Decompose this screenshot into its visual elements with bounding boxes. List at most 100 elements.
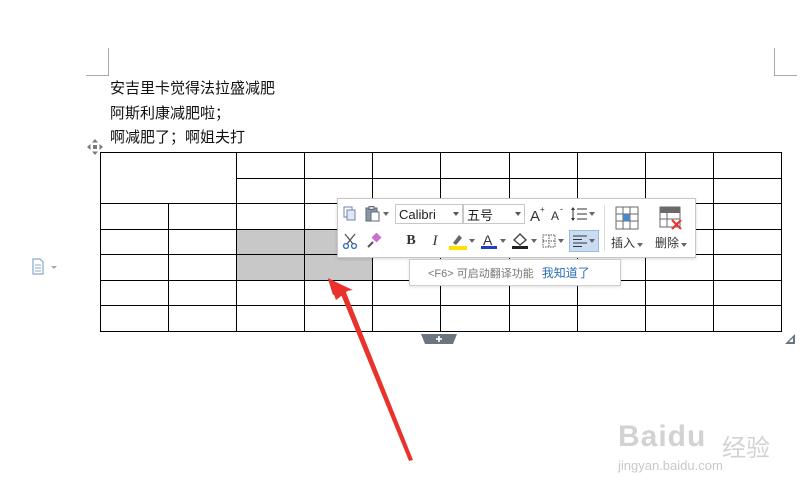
table-cell[interactable] <box>235 203 306 230</box>
table-cell[interactable] <box>644 254 714 281</box>
table-cell[interactable] <box>372 305 442 332</box>
add-row-button[interactable] <box>421 334 457 344</box>
paint-bucket-icon <box>512 233 528 249</box>
cut-button[interactable] <box>341 231 359 251</box>
copy-button[interactable] <box>341 204 359 224</box>
font-name-value: Calibri <box>399 206 436 222</box>
translate-tip-popup: <F6> 可启动翻译功能 我知道了 <box>409 259 621 286</box>
table-cell[interactable] <box>712 279 783 306</box>
align-button[interactable] <box>569 230 599 252</box>
font-size-dropdown[interactable]: 五号 <box>463 204 525 224</box>
table-cell[interactable] <box>712 228 783 255</box>
table-cell[interactable] <box>235 152 306 179</box>
table-cell-selected[interactable] <box>235 254 306 281</box>
table-cell[interactable] <box>712 254 783 281</box>
tip-text: <F6> 可启动翻译功能 <box>428 267 534 280</box>
table-cell[interactable] <box>100 305 169 332</box>
table-resize-handle-icon[interactable] <box>785 334 795 344</box>
table-cell[interactable] <box>304 305 374 332</box>
svg-text:A: A <box>530 208 540 223</box>
tip-dismiss-link[interactable]: 我知道了 <box>542 264 590 281</box>
table-row <box>100 152 783 204</box>
table-cell-selected[interactable] <box>235 228 306 255</box>
format-painter-button[interactable] <box>364 231 384 251</box>
table-cell[interactable] <box>576 305 646 332</box>
format-painter-icon <box>367 233 382 248</box>
watermark-url: jingyan.baidu.com <box>618 458 723 473</box>
table-cell[interactable] <box>304 279 374 306</box>
shrink-font-icon: A- <box>551 205 563 223</box>
toolbar-separator <box>604 205 605 251</box>
table-cell[interactable] <box>235 177 306 204</box>
table-cell[interactable] <box>100 228 169 255</box>
align-left-icon <box>573 235 587 247</box>
table-cell[interactable] <box>100 203 169 230</box>
highlight-pen-icon <box>449 235 467 250</box>
highlight-button[interactable] <box>448 231 476 251</box>
grow-font-button[interactable]: A + <box>529 204 547 224</box>
table-cell[interactable] <box>168 305 237 332</box>
line-spacing-icon <box>571 207 587 221</box>
font-size-value: 五号 <box>467 207 494 223</box>
delete-label: 删除 <box>654 235 679 250</box>
table-cell[interactable] <box>576 152 646 179</box>
paragraph-2[interactable]: 阿斯利康减肥啦； <box>110 103 230 123</box>
table-cell[interactable] <box>168 254 237 281</box>
font-name-dropdown[interactable]: Calibri <box>395 204 463 224</box>
table-cell[interactable] <box>168 203 237 230</box>
bold-button[interactable]: B <box>402 231 420 251</box>
table-cell-selected[interactable] <box>304 254 374 281</box>
shrink-font-button[interactable]: A- <box>549 204 567 224</box>
svg-text:+: + <box>540 205 545 214</box>
watermark: Baidu 经验 jingyan.baidu.com <box>614 420 774 490</box>
insert-table-icon <box>615 206 639 229</box>
copy-icon <box>343 206 356 221</box>
table-cell[interactable] <box>304 152 374 179</box>
scissors-icon <box>342 233 358 249</box>
table-cell[interactable] <box>372 152 442 179</box>
paragraph-3[interactable]: 啊减肥了；啊姐夫打 <box>110 127 245 147</box>
font-color-button[interactable]: A <box>479 231 507 251</box>
page-margin-corner-top-right <box>774 48 797 76</box>
table-cell[interactable] <box>508 152 578 179</box>
table-cell[interactable] <box>508 305 578 332</box>
table-cell[interactable] <box>712 177 783 204</box>
paste-icon <box>365 206 380 222</box>
table-cell[interactable] <box>712 203 783 230</box>
watermark-brand: Baidu <box>618 420 707 453</box>
table-cell[interactable] <box>440 305 510 332</box>
shading-button[interactable] <box>510 231 538 251</box>
svg-text:A: A <box>551 209 559 223</box>
table-cell[interactable] <box>712 305 783 332</box>
table-cell[interactable] <box>100 254 169 281</box>
border-grid-icon <box>542 234 556 248</box>
table-cell[interactable] <box>440 152 510 179</box>
grow-font-icon: A + <box>530 205 545 223</box>
paragraph-1[interactable]: 安吉里卡觉得法拉盛减肥 <box>110 78 275 98</box>
table-cell[interactable] <box>712 152 783 179</box>
font-color-icon: A <box>481 232 497 249</box>
table-cell[interactable] <box>235 279 306 306</box>
table-cell[interactable] <box>235 305 306 332</box>
delete-table-icon <box>659 206 682 230</box>
line-spacing-button[interactable] <box>569 204 597 224</box>
document-outline-icon[interactable] <box>30 258 58 276</box>
watermark-brand-cn: 经验 <box>722 435 770 462</box>
insert-button[interactable]: 插入 <box>609 203 645 253</box>
borders-button[interactable] <box>540 231 566 251</box>
table-cell-merged[interactable] <box>100 152 237 204</box>
table-cell[interactable] <box>168 228 237 255</box>
svg-text:-: - <box>560 205 563 214</box>
table-cell[interactable] <box>168 279 237 306</box>
table-cell[interactable] <box>644 152 714 179</box>
paste-button[interactable] <box>362 204 392 224</box>
table-row <box>100 305 783 332</box>
insert-label: 插入 <box>610 235 635 250</box>
delete-button[interactable]: 删除 <box>651 203 691 253</box>
table-cell[interactable] <box>644 279 714 306</box>
table-cell[interactable] <box>644 305 714 332</box>
table-cell[interactable] <box>100 279 169 306</box>
italic-button[interactable]: I <box>426 231 444 251</box>
page-margin-corner-top-left <box>86 48 109 76</box>
svg-text:A: A <box>483 232 493 248</box>
